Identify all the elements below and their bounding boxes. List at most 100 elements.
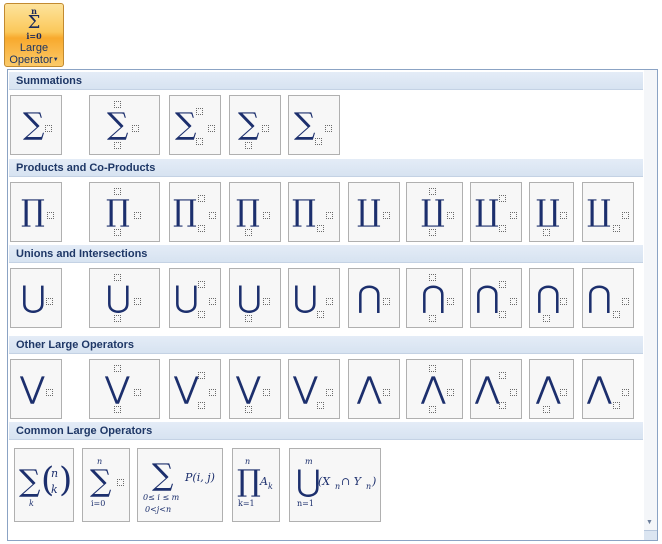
- operator-symbol: ⋁: [105, 371, 130, 406]
- wedge-sub-tile[interactable]: ⋀: [582, 359, 634, 419]
- product-a-k-tile[interactable]: n ∏ k=1 A k: [232, 448, 280, 522]
- sum-p-ij-tile[interactable]: ∑ 0≤ i ≤ m 0<j<n P(i, j): [137, 448, 223, 522]
- placeholder-box: [245, 315, 252, 322]
- placeholder-box: [198, 281, 205, 288]
- placeholder-box: [117, 479, 124, 486]
- intersection-limits-tile[interactable]: ⋂: [406, 268, 463, 328]
- operator-symbol: ∐: [357, 194, 381, 229]
- scroll-down-icon[interactable]: ▼: [646, 519, 653, 526]
- sum-subsup-tile[interactable]: ∑: [169, 95, 221, 155]
- union-limits-tile[interactable]: ⋃: [89, 268, 160, 328]
- operator-symbol: ⋁: [293, 371, 318, 406]
- product-lower-tile[interactable]: ∏: [229, 182, 281, 242]
- large-operator-button[interactable]: n Σ i=0 Large Operator▼: [4, 3, 64, 67]
- union-tile[interactable]: ⋃: [10, 268, 62, 328]
- placeholder-box: [447, 212, 454, 219]
- coproduct-limits-tile[interactable]: ∐: [406, 182, 463, 242]
- placeholder-box: [198, 225, 205, 232]
- operator-preview: ∑: [170, 96, 220, 154]
- vee-subsup-tile[interactable]: ⋁: [169, 359, 221, 419]
- operator-preview: ∐: [530, 183, 573, 241]
- product-sub-tile[interactable]: ∏: [288, 182, 340, 242]
- operator-preview: ∑ 0≤ i ≤ m 0<j<n P(i, j): [138, 449, 222, 521]
- summation-icon: n Σ i=0: [26, 6, 42, 41]
- vee-sub-tile[interactable]: ⋁: [288, 359, 340, 419]
- operator-symbol: ⋂: [587, 280, 612, 315]
- operator-symbol: ⋃: [21, 280, 46, 315]
- intersection-lower-tile[interactable]: ⋂: [529, 268, 574, 328]
- placeholder-box: [45, 125, 52, 132]
- intersection-tile[interactable]: ⋂: [348, 268, 400, 328]
- coproduct-tile[interactable]: ∐: [348, 182, 400, 242]
- placeholder-box: [326, 298, 333, 305]
- sum-operator-tile[interactable]: ∑: [10, 95, 62, 155]
- operator-preview: ⋂: [471, 269, 521, 327]
- operator-symbol: n=1: [297, 499, 314, 508]
- wedge-lower-tile[interactable]: ⋀: [529, 359, 574, 419]
- union-sub-tile[interactable]: ⋃: [288, 268, 340, 328]
- operator-symbol: ⋂: [421, 280, 446, 315]
- wedge-tile[interactable]: ⋀: [348, 359, 400, 419]
- operator-symbol: ⋃: [296, 464, 321, 499]
- placeholder-box: [46, 298, 53, 305]
- placeholder-box: [429, 229, 436, 236]
- placeholder-box: [560, 212, 567, 219]
- placeholder-box: [383, 298, 390, 305]
- operator-symbol: ⋁: [236, 371, 261, 406]
- sum-subscript-tile[interactable]: ∑: [288, 95, 340, 155]
- operator-symbol: ∑: [90, 464, 112, 499]
- vee-limits-tile[interactable]: ⋁: [89, 359, 160, 419]
- operator-symbol: ∑: [238, 107, 260, 142]
- operator-symbol: ): [59, 460, 73, 500]
- operator-preview: ∑: [11, 96, 61, 154]
- large-operator-gallery: ▼ Summations ∑ ∑ ∑ ∑ ∑ Products and Co-P…: [7, 69, 658, 541]
- vee-tile[interactable]: ⋁: [10, 359, 62, 419]
- operator-symbol: P(i, j): [185, 471, 215, 484]
- operator-preview: ∑: [90, 96, 159, 154]
- placeholder-box: [543, 229, 550, 236]
- sum-lower-limit-tile[interactable]: ∑: [229, 95, 281, 155]
- product-subsup-tile[interactable]: ∏: [169, 182, 221, 242]
- operator-preview: m ⋃ n=1 (X n ∩ Y n ): [290, 449, 380, 521]
- intersection-subsup-tile[interactable]: ⋂: [470, 268, 522, 328]
- operator-preview: ∏: [11, 183, 61, 241]
- operator-preview: ⋀: [471, 360, 521, 418]
- resize-grip[interactable]: [644, 530, 657, 540]
- union-x-n-y-n-tile[interactable]: m ⋃ n=1 (X n ∩ Y n ): [289, 448, 381, 522]
- wedge-limits-tile[interactable]: ⋀: [406, 359, 463, 419]
- sum-i-0-n-tile[interactable]: n ∑ i=0: [82, 448, 130, 522]
- placeholder-box: [315, 138, 322, 145]
- operator-preview: ⋀: [349, 360, 399, 418]
- operator-symbol: ⋃: [174, 280, 199, 315]
- product-limits-tile[interactable]: ∏: [89, 182, 160, 242]
- binomial-sum-tile[interactable]: ∑ k ( n k ): [14, 448, 74, 522]
- union-subsup-tile[interactable]: ⋃: [169, 268, 221, 328]
- sum-limits-above-below-tile[interactable]: ∑: [89, 95, 160, 155]
- section-other: Other Large Operators: [9, 336, 643, 354]
- vee-lower-tile[interactable]: ⋁: [229, 359, 281, 419]
- placeholder-box: [383, 212, 390, 219]
- gallery-scrollbar[interactable]: ▼: [644, 70, 657, 540]
- operator-symbol: ⋀: [357, 371, 382, 406]
- placeholder-box: [613, 225, 620, 232]
- operator-preview: ∐: [471, 183, 521, 241]
- product-tile[interactable]: ∏: [10, 182, 62, 242]
- coproduct-sub-tile[interactable]: ∐: [582, 182, 634, 242]
- union-lower-tile[interactable]: ⋃: [229, 268, 281, 328]
- operator-preview: ∏: [170, 183, 220, 241]
- operator-symbol: ⋃: [237, 280, 262, 315]
- coproduct-subsup-tile[interactable]: ∐: [470, 182, 522, 242]
- wedge-subsup-tile[interactable]: ⋀: [470, 359, 522, 419]
- intersection-sub-tile[interactable]: ⋂: [582, 268, 634, 328]
- placeholder-box: [499, 311, 506, 318]
- operator-preview: ⋁: [90, 360, 159, 418]
- operator-symbol: ⋁: [174, 371, 199, 406]
- placeholder-box: [326, 389, 333, 396]
- operator-preview: ⋁: [230, 360, 280, 418]
- placeholder-box: [132, 125, 139, 132]
- operator-preview: ⋂: [530, 269, 573, 327]
- operator-symbol: ∐: [536, 194, 560, 229]
- placeholder-box: [560, 389, 567, 396]
- coproduct-lower-tile[interactable]: ∐: [529, 182, 574, 242]
- operator-symbol: ⋂: [357, 280, 382, 315]
